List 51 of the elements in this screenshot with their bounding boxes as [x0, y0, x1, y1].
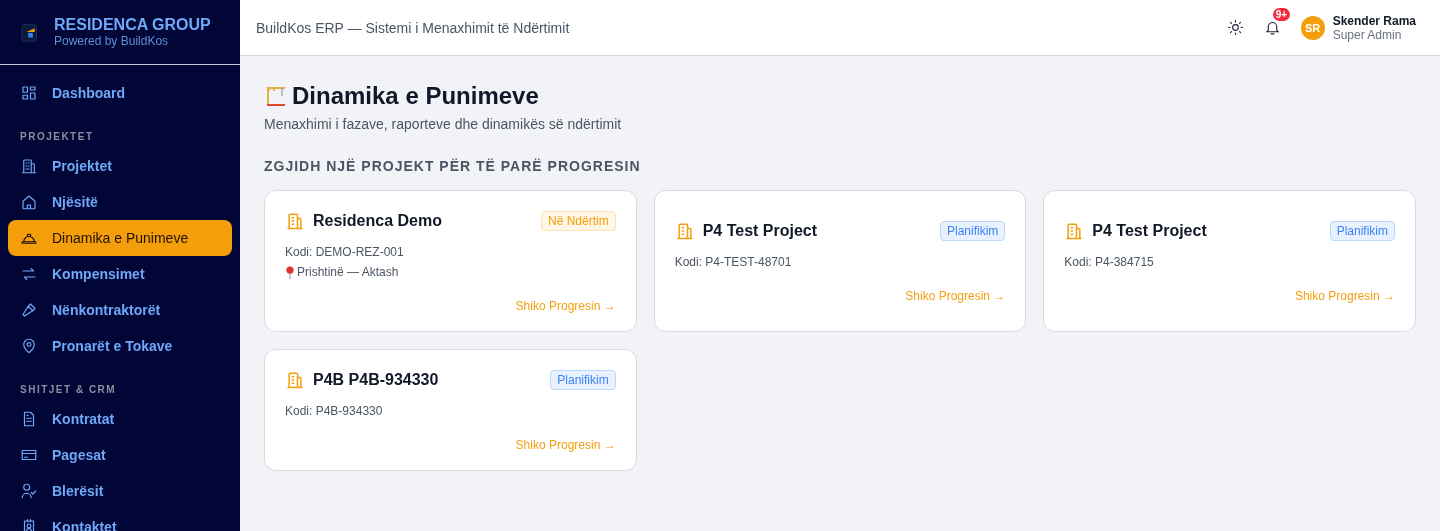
building-icon — [1064, 221, 1085, 241]
sidebar-item[interactable]: Njësitë — [8, 184, 232, 220]
project-code: Kodi: P4B-934330 — [285, 404, 384, 418]
project-code: Kodi: P4-384715 — [1064, 255, 1155, 269]
page-subtitle: Menaxhimi i fazave, raporteve dhe dinamikës së ndërtimit — [264, 116, 623, 132]
project-name: P4 Test Project — [1092, 222, 1208, 240]
sidebar-item[interactable]: Pagesat — [8, 437, 232, 473]
status-tag: Planifikim — [550, 370, 616, 390]
project-card[interactable]: P4 Test Project Planifikim Kodi: P4-384715 Shiko Progresin → — [1043, 190, 1416, 332]
status-tag: Në Ndërtim — [540, 211, 616, 231]
section-heading: PROJEKTET — [19, 130, 95, 144]
sidebar-item[interactable]: Kontratat — [8, 401, 232, 437]
sidebar-item[interactable]: Pronarët e Tokave — [8, 328, 232, 364]
project-card[interactable]: Residenca Demo Në Ndërtim Kodi: DEMO-REZ-001 Prishtinë — Aktash Shiko Progresin → — [264, 190, 637, 332]
brand-subtitle: Powered by BuildKos — [54, 34, 170, 48]
building-icon — [285, 370, 305, 390]
sidebar-item[interactable]: Blerësit — [8, 473, 232, 509]
section-heading: SHITJET & CRM — [19, 383, 118, 397]
project-name: Residenca Demo — [313, 212, 443, 230]
project-code: Kodi: DEMO-REZ-001 — [285, 245, 405, 259]
sidebar-item[interactable]: Kompensimet — [8, 256, 232, 292]
section-heading: ZGJIDH NJË PROJEKT PËR TË PARË PROGRESIN — [264, 158, 642, 174]
house-icon — [20, 193, 38, 211]
user-name: Skender Rama — [1332, 13, 1416, 28]
project-card[interactable]: P4 Test Project Planifikim Kodi: P4-TEST-48701 Shiko Progresin → — [653, 190, 1027, 332]
location-pin-icon — [20, 337, 38, 355]
user-check-icon — [20, 482, 38, 500]
location-pin-icon — [285, 265, 295, 279]
dashboard-icon — [20, 84, 38, 102]
project-code: Kodi: P4-TEST-48701 — [674, 255, 793, 269]
building-icon — [20, 157, 38, 175]
sidebar-item[interactable]: Projektet — [8, 148, 232, 184]
user-role: Super Admin — [1332, 27, 1403, 42]
bell-icon[interactable] — [1263, 19, 1281, 36]
project-location: Prishtinë — Aktash — [297, 265, 399, 279]
crane-icon — [264, 84, 288, 108]
project-name: P4 Test Project — [702, 222, 819, 240]
sidebar-item[interactable]: Nënkontraktorët — [8, 292, 232, 328]
status-tag: Planifikim — [939, 221, 1006, 241]
sun-icon[interactable] — [1226, 19, 1244, 36]
project-card[interactable]: P4B P4B-934330 Planifikim Kodi: P4B-934330 Shiko Progresin → — [264, 349, 637, 471]
page-title: Dinamika e Punimeve — [292, 82, 539, 110]
building-icon — [285, 211, 305, 231]
app-title: BuildKos ERP — Sistemi i Menaxhimit të Ndërtimit — [256, 19, 570, 36]
project-name: P4B P4B-934330 — [313, 371, 440, 389]
notification-count: 9+ — [1272, 8, 1291, 21]
sidebar-item[interactable]: Dashboard — [8, 75, 232, 111]
brand-title: RESIDENCA GROUP — [54, 16, 211, 34]
arrows-icon — [20, 265, 38, 283]
sidebar-item[interactable]: Dinamika e Punimeve — [8, 220, 232, 256]
status-tag: Planifikim — [1329, 221, 1395, 241]
